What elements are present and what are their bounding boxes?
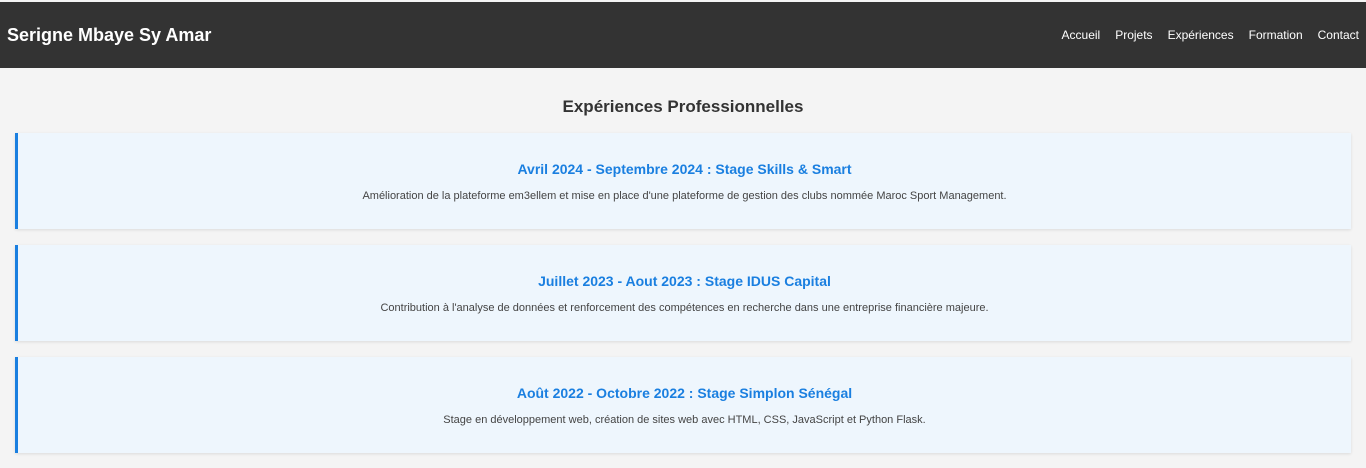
experiences-section: Expériences Professionnelles Avril 2024 … [0,68,1366,453]
nav-link-projets[interactable]: Projets [1115,28,1152,42]
nav-menu: Accueil Projets Expériences Formation Co… [1062,28,1359,42]
experience-title: Avril 2024 - Septembre 2024 : Stage Skil… [517,161,852,177]
experience-card: Juillet 2023 - Aout 2023 : Stage IDUS Ca… [15,245,1351,341]
nav-link-formation[interactable]: Formation [1249,28,1303,42]
site-brand: Serigne Mbaye Sy Amar [7,24,212,45]
nav-link-experiences[interactable]: Expériences [1168,28,1234,42]
experience-description: Contribution à l'analyse de données et r… [380,302,989,314]
experience-title: Juillet 2023 - Aout 2023 : Stage IDUS Ca… [538,273,831,289]
experience-card: Avril 2024 - Septembre 2024 : Stage Skil… [15,133,1351,229]
navbar: Serigne Mbaye Sy Amar Accueil Projets Ex… [0,2,1366,68]
nav-link-accueil[interactable]: Accueil [1062,28,1101,42]
experience-description: Amélioration de la plateforme em3ellem e… [362,190,1007,202]
experience-title: Août 2022 - Octobre 2022 : Stage Simplon… [516,385,853,401]
experience-card: Août 2022 - Octobre 2022 : Stage Simplon… [15,357,1351,453]
experience-description: Stage en développement web, création de … [443,414,926,426]
nav-link-contact[interactable]: Contact [1318,28,1359,42]
section-title: Expériences Professionnelles [562,97,804,116]
